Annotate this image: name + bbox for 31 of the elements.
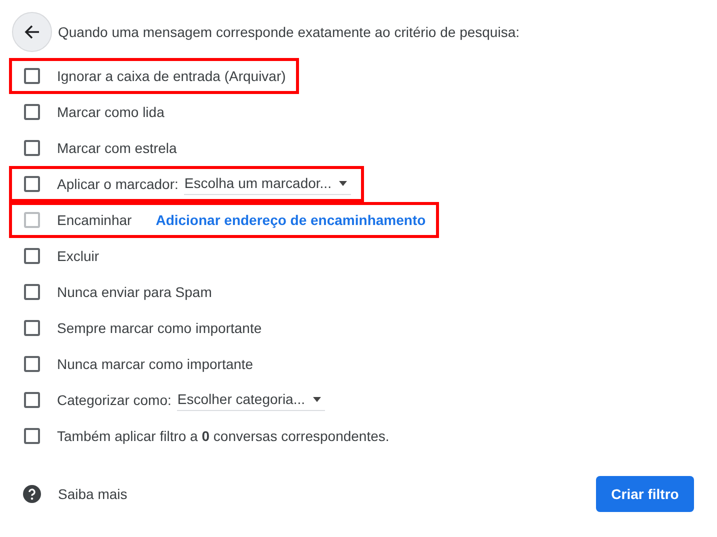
checkbox[interactable] [24,140,40,156]
learn-more-link[interactable]: Saiba mais [58,486,128,502]
checkbox[interactable] [24,392,40,408]
option-label: Marcar com estrela [57,140,177,156]
option-label: Marcar como lida [57,104,164,120]
create-filter-button[interactable]: Criar filtro [596,476,694,512]
checkbox[interactable] [24,356,40,372]
criteria-heading: Quando uma mensagem corresponde exatamente ao critério de pesquisa: [58,24,520,40]
option-label: Sempre marcar como importante [57,320,262,336]
dropdown[interactable]: Escolher categoria... [177,389,326,411]
option-label: Ignorar a caixa de entrada (Arquivar) [57,68,286,84]
checkbox[interactable] [24,320,40,336]
checkbox[interactable] [24,284,40,300]
help-icon[interactable] [23,485,41,503]
option-label: Nunca enviar para Spam [57,284,212,300]
caret-icon [313,396,322,402]
caret-icon [339,180,348,186]
back-arrow-icon [24,24,40,40]
checkbox[interactable] [24,68,40,84]
back-button[interactable] [12,12,52,52]
option-label: Encaminhar [57,212,132,228]
checkbox[interactable] [24,428,40,444]
checkbox[interactable] [24,104,40,120]
option-label: Excluir [57,248,100,264]
option-label: Nunca marcar como importante [57,356,254,372]
checkbox[interactable] [24,176,40,192]
option-label: Categorizar como: [57,392,172,408]
option-label: Aplicar o marcador: [57,176,178,192]
option-label: Também aplicar filtro a 0 conversas correspondentes. [57,428,390,444]
checkbox[interactable] [24,248,40,264]
dropdown[interactable]: Escolha um marcador... [184,173,352,195]
